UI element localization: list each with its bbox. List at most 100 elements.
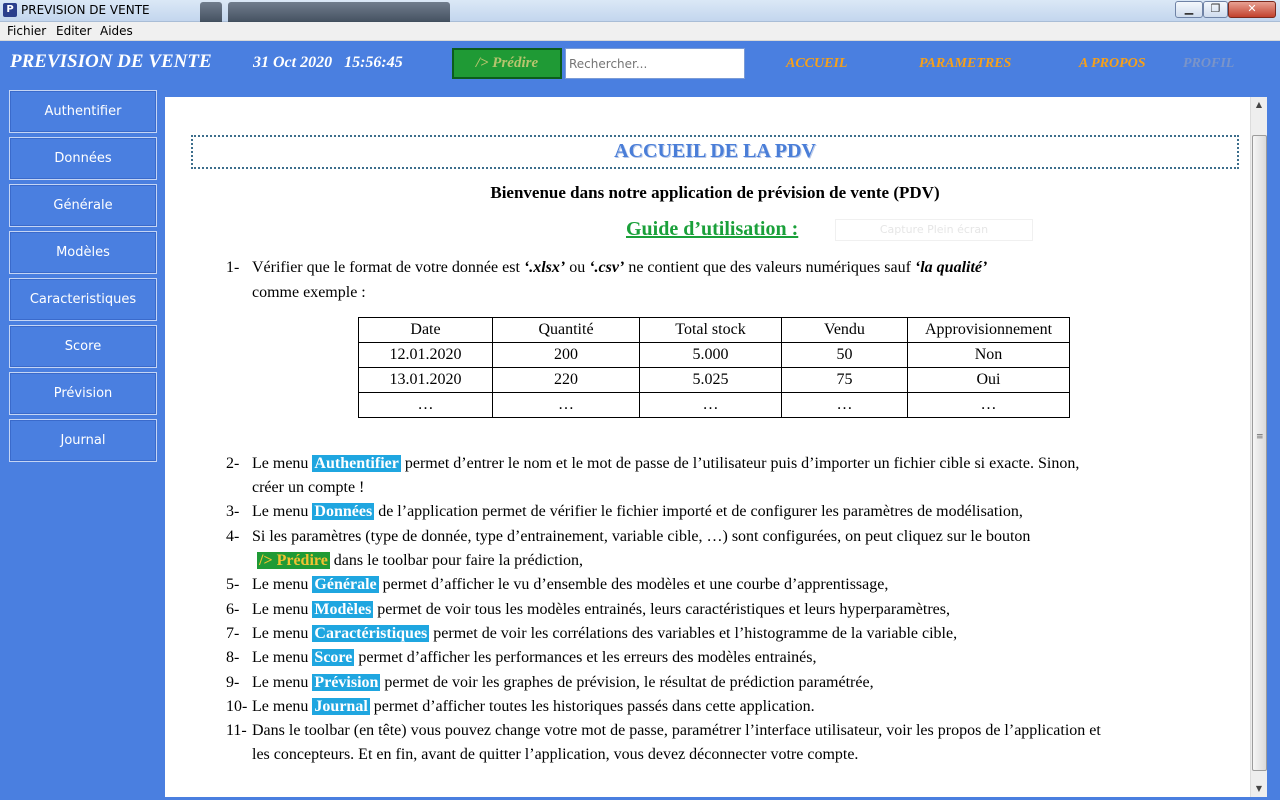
app-icon: P	[3, 3, 17, 17]
close-icon: ✕	[1247, 2, 1257, 15]
step-8-number: 8-	[226, 649, 240, 666]
step-10-number: 10-	[226, 698, 248, 715]
close-button[interactable]: ✕	[1228, 1, 1276, 18]
application-window: P PREVISION DE VENTE ▁ ❐ ✕ Fichier Edite…	[0, 0, 1280, 800]
predict-tag: /> Prédire	[257, 552, 330, 569]
column-header: Approvisionnement	[907, 317, 1070, 343]
sidebar-item-score[interactable]: Score	[9, 325, 157, 368]
maximize-button[interactable]: ❐	[1203, 1, 1228, 18]
minimize-button[interactable]: ▁	[1175, 1, 1203, 18]
table-header-row: Date Quantité Total stock Vendu Approvis…	[358, 317, 1070, 343]
step-7-text: Le menu Caractéristiques permet de voir …	[252, 625, 957, 643]
step-3-number: 3-	[226, 503, 240, 520]
step-4-line1: Si les paramètres (type de donnée, type …	[252, 528, 1031, 545]
menu-tag-journal: Journal	[312, 698, 370, 715]
welcome-text: Bienvenue dans notre application de prév…	[490, 183, 940, 202]
step-4-line2: /> Prédire dans le toolbar pour faire la…	[257, 552, 583, 570]
step-6-part: Le menu	[252, 601, 313, 618]
step-2-line2: créer un compte !	[252, 479, 365, 496]
scroll-up-arrow-icon[interactable]: ▲	[1251, 97, 1267, 113]
menu-tag-score: Score	[312, 649, 355, 666]
date-time: 31 Oct 2020 15:56:45	[253, 54, 403, 71]
sidebar-item-modeles[interactable]: Modèles	[9, 231, 157, 274]
table-row: 12.01.2020 200 5.000 50 Non	[358, 342, 1070, 368]
nav-accueil[interactable]: ACCUEIL	[786, 56, 847, 72]
scroll-thumb[interactable]: ≡	[1252, 135, 1267, 771]
background-window-tab	[200, 2, 222, 22]
menu-fichier[interactable]: Fichier	[7, 24, 46, 38]
heading-box: ACCUEIL DE LA PDV	[191, 135, 1239, 169]
nav-a-propos[interactable]: A PROPOS	[1079, 56, 1146, 72]
step-6-text: Le menu Modèles permet de voir tous les …	[252, 601, 950, 619]
step-10-text: Le menu Journal permet d’afficher toutes…	[252, 698, 815, 716]
table-row: 13.01.2020 220 5.025 75 Oui	[358, 367, 1070, 393]
predict-button[interactable]: /> Prédire	[452, 48, 562, 79]
restore-icon: ❐	[1210, 2, 1221, 15]
csv-format: ‘.csv’	[589, 259, 625, 276]
column-header: Quantité	[492, 317, 640, 343]
step-9-part: Le menu	[252, 674, 313, 691]
sidebar-item-generale[interactable]: Générale	[9, 184, 157, 227]
step-9-part: permet de voir les graphes de prévision,…	[380, 674, 874, 691]
nav-profil[interactable]: PROFIL	[1183, 56, 1234, 72]
step-8-part: Le menu	[252, 649, 313, 666]
step-9-text: Le menu Prévision permet de voir les gra…	[252, 674, 874, 692]
step-5-text: Le menu Générale permet d’afficher le vu…	[252, 576, 888, 594]
step-4-number: 4-	[226, 528, 240, 545]
step-5-number: 5-	[226, 576, 240, 593]
sidebar-item-prevision[interactable]: Prévision	[9, 372, 157, 415]
nav-parametres[interactable]: PARAMETRES	[919, 56, 1011, 72]
capture-fullscreen-button[interactable]: Capture Plein écran	[835, 219, 1033, 241]
table-cell: …	[492, 392, 640, 418]
step-10-part: Le menu	[252, 698, 313, 715]
guide-title: Guide d’utilisation :	[626, 218, 799, 240]
sidebar-item-caracteristiques[interactable]: Caracteristiques	[9, 278, 157, 321]
search-input[interactable]	[565, 48, 745, 79]
sidebar-item-donnees[interactable]: Données	[9, 137, 157, 180]
step-4-part: dans le toolbar pour faire la prédiction…	[329, 552, 584, 569]
vertical-scrollbar[interactable]: ▲ ≡ ▼	[1250, 97, 1267, 797]
sidebar: Authentifier Données Générale Modèles Ca…	[3, 86, 162, 797]
sidebar-item-journal[interactable]: Journal	[9, 419, 157, 462]
step-3-text: Le menu Données de l’application permet …	[252, 503, 1023, 521]
menu-aides[interactable]: Aides	[100, 24, 133, 38]
step-3-part: Le menu	[252, 503, 313, 520]
menu-tag-donnees: Données	[312, 503, 375, 520]
table-cell: 12.01.2020	[358, 342, 493, 368]
table-cell: 200	[492, 342, 640, 368]
sidebar-item-authentifier[interactable]: Authentifier	[9, 90, 157, 133]
table-cell: 220	[492, 367, 640, 393]
column-header: Total stock	[639, 317, 782, 343]
table-cell: 5.025	[639, 367, 782, 393]
table-cell: 50	[781, 342, 908, 368]
step-2-number: 2-	[226, 455, 240, 472]
step-2-part: Le menu	[252, 455, 313, 472]
step-1-part: ne contient que des valeurs numériques s…	[624, 259, 915, 276]
step-1-line2: comme exemple :	[252, 284, 366, 301]
step-9-number: 9-	[226, 674, 240, 691]
step-2-text: Le menu Authentifier permet d’entrer le …	[252, 455, 1079, 473]
step-7-part: permet de voir les corrélations des vari…	[429, 625, 958, 642]
menu-editer[interactable]: Editer	[56, 24, 92, 38]
step-10-part: permet d’afficher toutes les historiques…	[369, 698, 815, 715]
table-cell: 13.01.2020	[358, 367, 493, 393]
step-5-part: Le menu	[252, 576, 313, 593]
table-cell: 5.000	[639, 342, 782, 368]
table-cell: Non	[907, 342, 1070, 368]
step-1-number: 1-	[226, 259, 240, 276]
step-8-part: permet d’afficher les performances et le…	[354, 649, 817, 666]
menu-tag-modeles: Modèles	[312, 601, 374, 618]
step-6-part: permet de voir tous les modèles entrainé…	[373, 601, 950, 618]
step-1-part: Vérifier que le format de votre donnée e…	[252, 259, 524, 276]
header-toolbar: PREVISION DE VENTE 31 Oct 2020 15:56:45 …	[0, 41, 1280, 85]
app-name: PREVISION DE VENTE	[10, 51, 212, 72]
step-1-part: ou	[565, 259, 590, 276]
quality-field: ‘la qualité’	[914, 259, 988, 276]
background-window-tab	[228, 2, 450, 22]
step-7-part: Le menu	[252, 625, 313, 642]
step-11-line2: les concepteurs. Et en fin, avant de qui…	[252, 746, 859, 763]
column-header: Date	[358, 317, 493, 343]
menu-tag-authentifier: Authentifier	[312, 455, 401, 472]
step-8-text: Le menu Score permet d’afficher les perf…	[252, 649, 817, 667]
scroll-down-arrow-icon[interactable]: ▼	[1251, 781, 1267, 797]
